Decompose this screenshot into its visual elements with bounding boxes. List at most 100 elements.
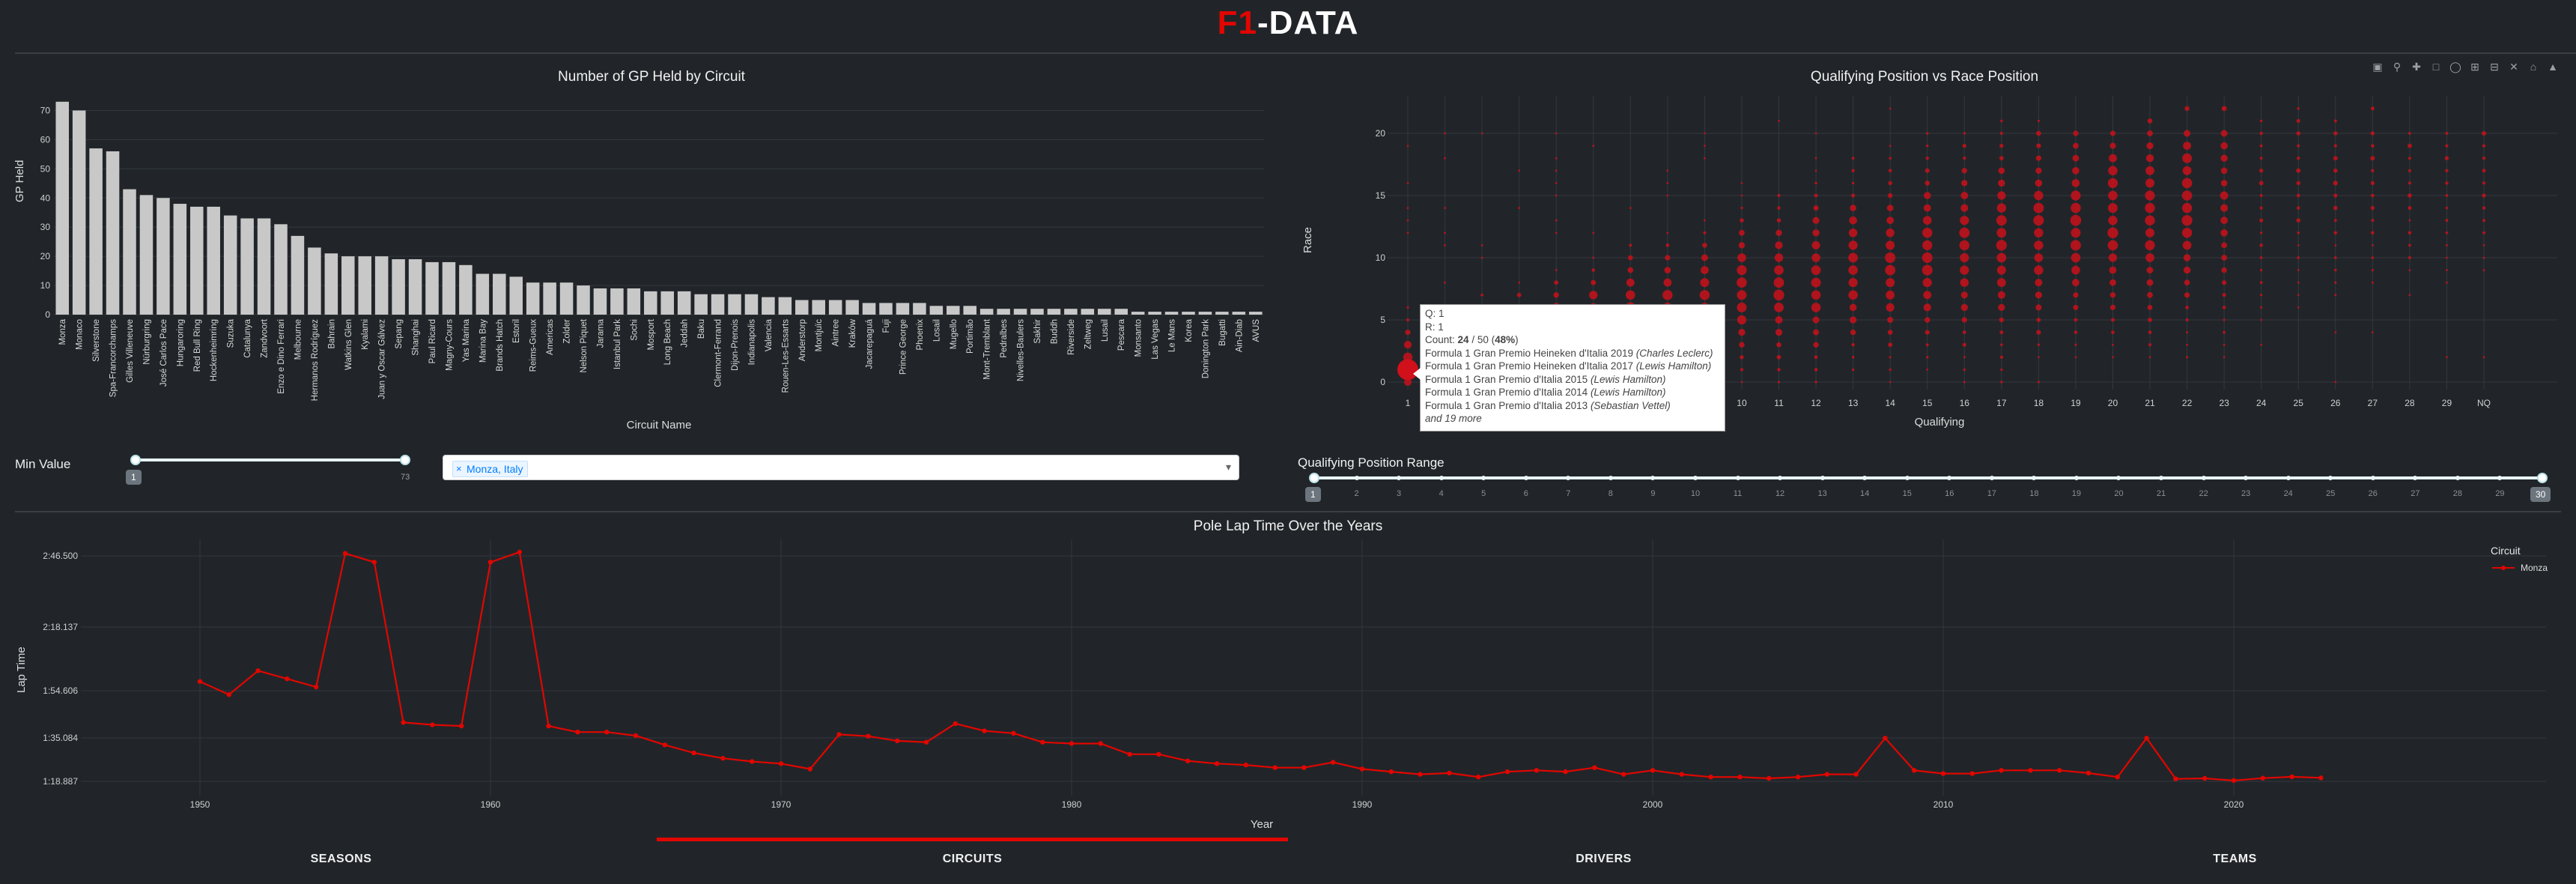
scatter-point [2297,107,2300,110]
scatter-point [2147,291,2153,298]
scatter-point [2074,343,2077,346]
lap-point [2202,775,2208,781]
scatter-point [1739,229,1745,236]
scatter-point [2147,130,2153,136]
qual-range-tick-label: 29 [2495,489,2505,498]
scatter-point [2333,169,2338,173]
scatter-point [2371,144,2375,148]
qual-range-handle-low[interactable] [1309,473,1319,483]
scatter-point [1703,231,1707,234]
scatter-point [1922,228,1933,238]
scatter-point [2221,255,2228,261]
gp-bar [862,303,876,315]
lap-point [575,730,580,735]
circuit-select[interactable]: × Monza, Italy ▾ [443,455,1239,480]
scatter-point [1924,192,1931,199]
gp-xtick-label: Ain-Diab [1235,319,1244,352]
qual-range-tick-label: 15 [1902,489,1912,498]
scatter-point [1555,194,1558,197]
scatter-point [2112,343,2114,346]
scatter-point [2220,142,2228,150]
scatter-point [2482,157,2486,160]
scatter-xtick-label: 17 [1996,398,2007,408]
gp-xtick-label: Enzo e Dino Ferrari [277,319,286,394]
scatter-point [1887,330,1893,335]
tab-seasons[interactable]: SEASONS [25,838,657,884]
scatter-point [2035,304,2042,311]
lap-xtick-label: 2000 [1643,799,1663,810]
lap-point [1098,741,1104,746]
gp-xtick-label: Hockenheimring [210,319,219,381]
scatter-point [2035,291,2042,299]
legend-item-monza[interactable]: Monza [2491,563,2558,573]
qual-range-handle-high[interactable] [2537,473,2548,483]
scatter-point [1885,264,1896,276]
lap-point [1476,775,1481,780]
scatter-point [2371,331,2374,333]
gp-xtick-label: Long Beach [663,319,672,365]
gp-bar [55,101,69,315]
lap-point [895,738,900,744]
lap-point [255,668,261,673]
scatter-point [1740,218,1744,223]
scatter-point [2296,193,2300,198]
scatter-point [1740,368,1744,372]
chevron-down-icon[interactable]: ▾ [1226,461,1231,473]
scatter-point [1996,252,2007,263]
scatter-point [1960,252,1969,263]
qual-range-tick-dot [2116,476,2121,480]
gp-bar [392,259,405,315]
scatter-xtick-label: 27 [2368,398,2378,408]
tab-circuits[interactable]: CIRCUITS [657,838,1288,884]
lap-point [2173,776,2178,781]
scatter-point [1926,369,1929,371]
legend-title: Circuit [2491,545,2521,557]
scatter-point [2073,304,2079,310]
scatter-point [1999,355,2004,359]
gp-ytick-label: 50 [40,163,51,174]
scatter-point [1960,265,1969,275]
lap-ytick-label: 2:46.500 [43,551,78,561]
scatter-point [2260,343,2263,346]
scatter-point [2074,330,2078,334]
scatter-point [1926,144,1929,148]
tab-drivers[interactable]: DRIVERS [1288,838,1919,884]
scatter-point [2408,231,2412,235]
gp-bar [979,309,994,315]
scatter-point [2070,214,2082,226]
min-value-slider-track[interactable] [136,458,405,461]
scatter-xtick-label: 23 [2219,398,2229,408]
scatter-point [1777,368,1781,372]
circuit-chip[interactable]: × Monza, Italy [452,461,529,477]
gp-bar [1114,309,1128,315]
gp-bar [728,294,741,315]
scatter-point [1888,169,1892,173]
gp-xtick-label: Clermont-Ferrand [714,319,723,387]
qual-range-tick-label: 7 [1566,489,1571,498]
scatter-point [2333,268,2337,272]
scatter-tooltip: Q: 1 R: 1 Count: 24 / 50 (48%) Formula 1… [1413,304,1725,432]
scatter-point [1774,265,1784,275]
scatter-xtick-label: 26 [2330,398,2341,408]
qual-range-track[interactable] [1314,476,2542,479]
scatter-point [2147,118,2153,124]
qual-range-tick-label: 19 [2071,489,2082,498]
gp-xtick-label: Sochi [630,319,639,341]
chip-remove-icon[interactable]: × [456,461,462,476]
scatter-point [2371,281,2374,284]
lap-point [2144,736,2149,741]
tab-teams[interactable]: TEAMS [1919,838,2551,884]
scatter-point [2482,256,2485,259]
scatter-point [2333,256,2337,259]
qual-range-tick-label: 20 [2114,489,2124,498]
min-value-handle-high[interactable] [400,455,410,465]
scatter-point [1848,290,1858,300]
gp-xtick-label: Yas Marina [462,318,471,362]
min-value-handle-low[interactable] [130,455,141,465]
scatter-point [2333,131,2338,136]
qual-range-high-tip: 30 [2530,487,2551,502]
scatter-point [2033,202,2044,214]
scatter-point [2445,132,2449,135]
gp-bar [157,198,170,315]
scatter-point [1888,181,1892,186]
